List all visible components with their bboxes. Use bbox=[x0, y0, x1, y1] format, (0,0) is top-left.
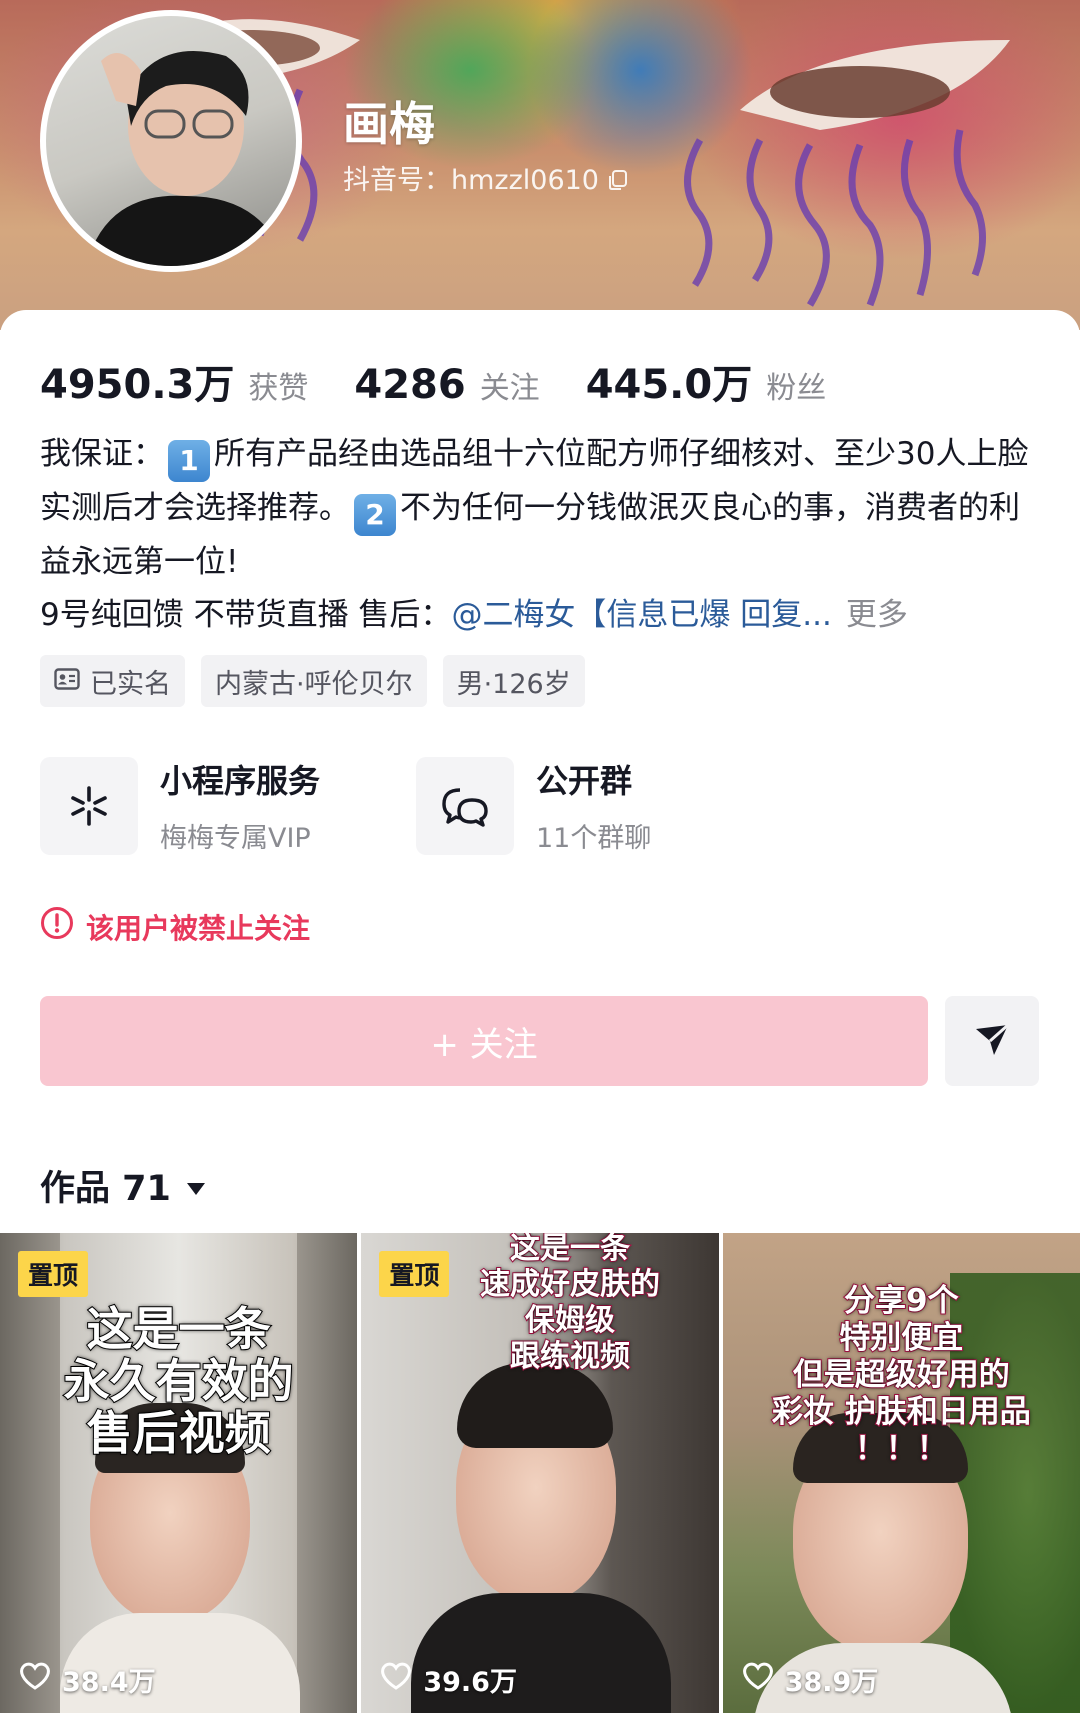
tag-verified-label: 已实名 bbox=[90, 668, 171, 700]
avatar-photo bbox=[46, 16, 296, 266]
profile-name: 画梅 bbox=[343, 97, 435, 151]
tag-gender-age-label: 男·126岁 bbox=[456, 668, 571, 700]
video-likes: 38.9万 bbox=[741, 1660, 879, 1699]
follow-banned-notice: 该用户被禁止关注 bbox=[40, 906, 310, 947]
send-icon bbox=[972, 1019, 1012, 1063]
video-caption: 分享9个 特别便宜 但是超级好用的 彩妆 护肤和日用品 ！！！ bbox=[771, 1282, 1032, 1468]
bio-prefix: 我保证： bbox=[40, 436, 164, 472]
bio-text-3: 9号纯回馈 不带货直播 售后： bbox=[40, 597, 452, 633]
number-one-icon: 1 bbox=[168, 440, 210, 482]
video-thumbnail[interactable]: 置顶 这是一条 永久有效的 售后视频 38.4万 bbox=[0, 1233, 358, 1713]
following-count[interactable]: 4286 bbox=[354, 362, 465, 408]
group-chat-icon bbox=[416, 756, 514, 855]
heart-icon bbox=[741, 1661, 775, 1698]
heart-icon bbox=[18, 1661, 52, 1698]
avatar[interactable] bbox=[40, 10, 302, 272]
followers-label[interactable]: 粉丝 bbox=[766, 363, 826, 407]
douyin-id-text: 抖音号：hmzzl0610 bbox=[343, 165, 599, 196]
id-card-icon bbox=[54, 666, 80, 697]
likes-count-text: 39.6万 bbox=[423, 1667, 517, 1698]
alert-icon bbox=[40, 906, 74, 947]
video-thumbnail[interactable]: 置顶 这是一条 速成好皮肤的 保姆级 跟练视频 39.6万 bbox=[361, 1233, 719, 1713]
tab-works[interactable]: 作品 71 bbox=[40, 1160, 207, 1211]
tag-verified: 已实名 bbox=[40, 655, 185, 707]
tag-gender-age: 男·126岁 bbox=[442, 655, 585, 707]
video-likes: 39.6万 bbox=[379, 1660, 517, 1699]
service-subtitle: 11个群聊 bbox=[536, 823, 652, 854]
number-two-icon: 2 bbox=[354, 494, 396, 536]
likes-count-text: 38.9万 bbox=[784, 1667, 879, 1698]
share-button[interactable] bbox=[945, 996, 1039, 1086]
follow-banned-text: 该用户被禁止关注 bbox=[86, 911, 311, 945]
tag-location-label: 内蒙古·呼伦贝尔 bbox=[215, 668, 413, 700]
follow-button[interactable]: + 关注 bbox=[40, 996, 928, 1086]
mini-program-icon bbox=[40, 756, 138, 855]
bio: 我保证： 1 所有产品经由选品组十六位配方师仔细核对、至少30人上脸实测后才会选择推… bbox=[40, 428, 1040, 642]
copy-icon[interactable] bbox=[607, 167, 629, 190]
tag-location: 内蒙古·呼伦贝尔 bbox=[201, 655, 427, 707]
service-mini-program[interactable]: 小程序服务 梅梅专属VIP bbox=[40, 756, 416, 855]
followers-count[interactable]: 445.0万 bbox=[586, 352, 753, 410]
heart-icon bbox=[379, 1661, 413, 1698]
service-title: 小程序服务 bbox=[160, 762, 321, 800]
video-caption: 这是一条 速成好皮肤的 保姆级 跟练视频 bbox=[479, 1233, 661, 1375]
pinned-badge: 置顶 bbox=[18, 1251, 89, 1297]
tab-works-label: 作品 71 bbox=[40, 1169, 171, 1209]
profile-tags: 已实名 内蒙古·呼伦贝尔 男·126岁 bbox=[40, 655, 585, 707]
service-subtitle: 梅梅专属VIP bbox=[160, 823, 311, 854]
service-group-chat[interactable]: 公开群 11个群聊 bbox=[416, 756, 792, 855]
video-caption: 这是一条 永久有效的 售后视频 bbox=[63, 1302, 295, 1460]
stats-row: 4950.3万 获赞 4286 关注 445.0万 粉丝 bbox=[40, 352, 872, 410]
services-row: 小程序服务 梅梅专属VIP 公开群 11个群聊 bbox=[40, 756, 792, 855]
douyin-id[interactable]: 抖音号：hmzzl0610 bbox=[343, 158, 629, 197]
bio-more-button[interactable]: 更多 bbox=[846, 597, 908, 633]
following-label[interactable]: 关注 bbox=[480, 363, 540, 407]
likes-count: 4950.3万 bbox=[40, 362, 235, 408]
video-thumbnail[interactable]: 分享9个 特别便宜 但是超级好用的 彩妆 护肤和日用品 ！！！ 38.9万 bbox=[722, 1233, 1080, 1713]
likes-count-text: 38.4万 bbox=[62, 1667, 156, 1698]
video-likes: 38.4万 bbox=[18, 1660, 156, 1699]
likes-label: 获赞 bbox=[248, 371, 309, 406]
video-grid: 置顶 这是一条 永久有效的 售后视频 38.4万 置顶 这是一条 速成好皮肤的 … bbox=[0, 1233, 1080, 1713]
caret-down-icon bbox=[185, 1166, 207, 1206]
service-title: 公开群 bbox=[536, 762, 633, 800]
bio-mention-link[interactable]: @二梅女【信息已爆 回复... bbox=[451, 597, 831, 633]
